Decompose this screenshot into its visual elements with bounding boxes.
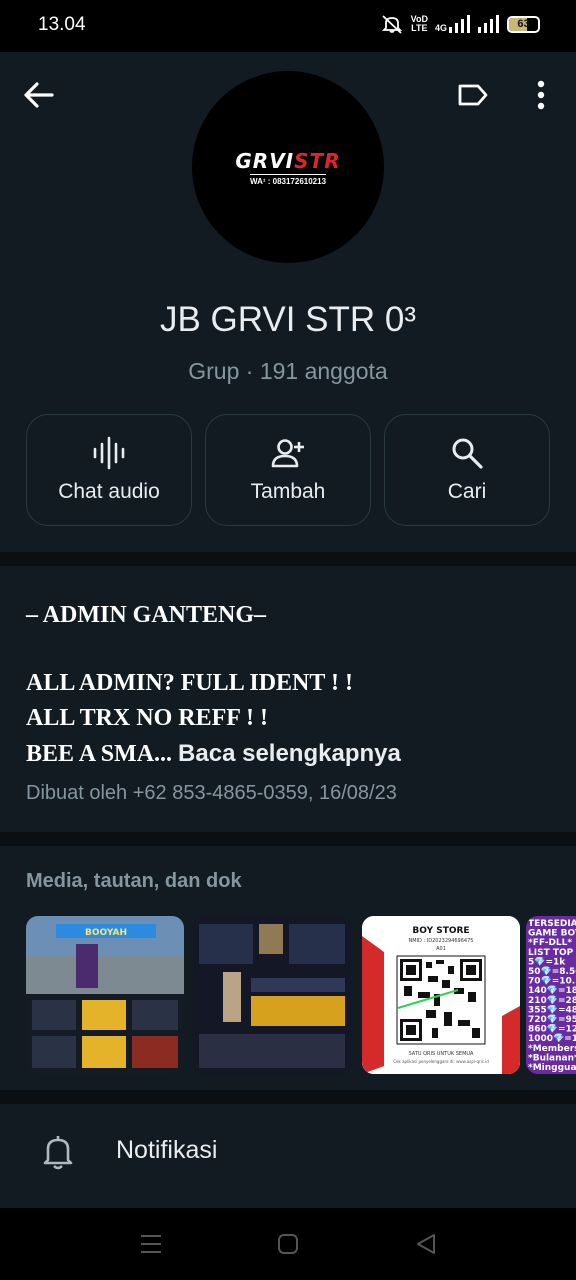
action-buttons: Chat audio Tambah Cari — [26, 414, 550, 526]
back-arrow-icon[interactable] — [22, 78, 56, 112]
system-nav-bar — [0, 1208, 576, 1280]
game-screenshot-image: BOOYAH — [26, 916, 184, 1074]
add-member-button[interactable]: Tambah — [205, 414, 371, 526]
thumb-1-title: BOOYAH — [85, 928, 127, 938]
price-list-line: GAME BOY S — [528, 929, 576, 939]
price-list-line: 860💎=120k — [528, 1024, 576, 1035]
search-label: Cari — [447, 480, 487, 503]
thumb-3-footer: SATU QRIS UNTUK SEMUA — [409, 1051, 475, 1057]
price-list-line: LIST TOP — [528, 948, 574, 958]
status-bar: 13.04 VoD LTE 4G 63 — [0, 0, 576, 52]
price-list-line: 210💎=28k — [528, 995, 576, 1006]
label-tag-icon[interactable] — [456, 80, 490, 110]
price-list-line: 70💎=10.500 — [528, 976, 576, 987]
group-description[interactable]: – ADMIN GANTENG– ALL ADMIN? FULL IDENT !… — [0, 566, 576, 832]
price-list-line: 140💎=18k — [528, 985, 576, 996]
mute-icon — [381, 15, 402, 34]
thumb-3-nmid: NMID : ID2023294696475 — [409, 938, 474, 944]
read-more-link[interactable]: Baca selengkapnya — [178, 740, 401, 767]
media-thumb-2[interactable] — [193, 916, 351, 1074]
group-avatar[interactable]: GRVISTR WA¹ : 083172610213 — [192, 71, 384, 263]
chat-audio-label: Chat audio — [58, 480, 160, 503]
price-list-image: TERSEDIA TGAME BOY S*FF-DLL*LIST TOP5💎=1… — [526, 916, 576, 1074]
thumb-3-footer2: Cek aplikasi penyelenggara di: www.aspi-… — [393, 1059, 489, 1064]
game-inventory-image — [193, 916, 351, 1074]
description-title: – ADMIN GANTENG– — [26, 602, 267, 628]
bell-icon — [43, 1136, 73, 1170]
recent-apps-icon[interactable] — [139, 1232, 163, 1256]
avatar-logo-a: GRVI — [235, 148, 295, 173]
media-header[interactable]: Media, tautan, dan dok — [26, 870, 242, 893]
price-list-line: TERSEDIA T — [528, 919, 576, 929]
description-text: ALL ADMIN? FULL IDENT ! ! ALL TRX NO REF… — [26, 666, 401, 772]
thumb-3-code: A01 — [436, 946, 446, 952]
price-list-line: 355💎=48k — [528, 1004, 576, 1015]
add-member-label: Tambah — [250, 480, 326, 503]
media-thumb-1[interactable]: BOOYAH — [26, 916, 184, 1074]
signal-2-icon — [478, 15, 499, 33]
status-time: 13.04 — [38, 14, 86, 35]
network-type: 4G — [434, 23, 447, 33]
chat-audio-button[interactable]: Chat audio — [26, 414, 192, 526]
price-list-line: 720💎=95k — [528, 1014, 576, 1025]
group-info-header: GRVISTR WA¹ : 083172610213 JB GRVI STR 0… — [0, 52, 576, 552]
qris-code-image: BOY STORE NMID : ID2023294696475 A01 SAT… — [362, 916, 520, 1074]
volte-bottom-text: LTE — [411, 23, 428, 33]
media-thumb-4[interactable]: TERSEDIA TGAME BOY S*FF-DLL*LIST TOP5💎=1… — [526, 916, 576, 1074]
notifications-label: Notifikasi — [116, 1136, 218, 1164]
status-icons: VoD LTE 4G 63 — [380, 14, 540, 34]
description-line-2: ALL TRX NO REFF ! ! — [26, 705, 269, 731]
audio-wave-icon — [93, 436, 125, 470]
avatar-logo-sub: WA¹ : 083172610213 — [249, 173, 327, 186]
price-list-line: 5💎=1k — [528, 956, 566, 967]
created-by-text: Dibuat oleh +62 853-4865-0359, 16/08/23 — [26, 782, 397, 804]
volte-icon: VoD LTE — [411, 15, 428, 33]
battery-icon: 63 — [507, 15, 540, 33]
more-options-icon[interactable] — [528, 78, 554, 112]
avatar-logo: GRVISTR — [235, 149, 340, 173]
search-button[interactable]: Cari — [384, 414, 550, 526]
price-list-line: 1000💎=130 — [528, 1033, 576, 1044]
add-person-icon — [271, 439, 304, 468]
price-list-line: 50💎=8.500 — [528, 966, 576, 977]
thumb-3-title: BOY STORE — [412, 926, 469, 936]
search-icon — [452, 438, 483, 469]
signal-bars-icon — [449, 15, 470, 33]
group-name: JB GRVI STR 0³ — [159, 300, 417, 339]
battery-text: 63 — [517, 17, 530, 30]
media-thumbnails: BOOYAH BOY STORE NMID: ID2023294696475 … — [26, 916, 576, 1074]
group-member-count: Grup · 191 anggota — [188, 358, 388, 384]
description-line-1: ALL ADMIN? FULL IDENT ! ! — [26, 670, 353, 696]
description-line-3: BEE A SMA... — [26, 741, 173, 767]
nav-back-icon[interactable] — [414, 1232, 438, 1256]
price-list-line: *FF-DLL* — [528, 938, 572, 948]
media-thumb-3[interactable]: BOY STORE NMID : ID2023294696475 A01 SAT… — [362, 916, 520, 1074]
home-icon[interactable] — [276, 1232, 300, 1256]
price-list-line: *Membership — [528, 1044, 576, 1054]
notifications-row[interactable]: Notifikasi — [0, 1104, 576, 1208]
avatar-logo-b: STR — [294, 148, 341, 173]
signal-1-icon: 4G — [435, 15, 471, 33]
price-list-line: *Bulanan*=9 — [528, 1053, 576, 1063]
media-section: Media, tautan, dan dok BOOYAH BOY STORE … — [0, 846, 576, 1090]
price-list-line: *Mingguan* — [528, 1063, 576, 1073]
